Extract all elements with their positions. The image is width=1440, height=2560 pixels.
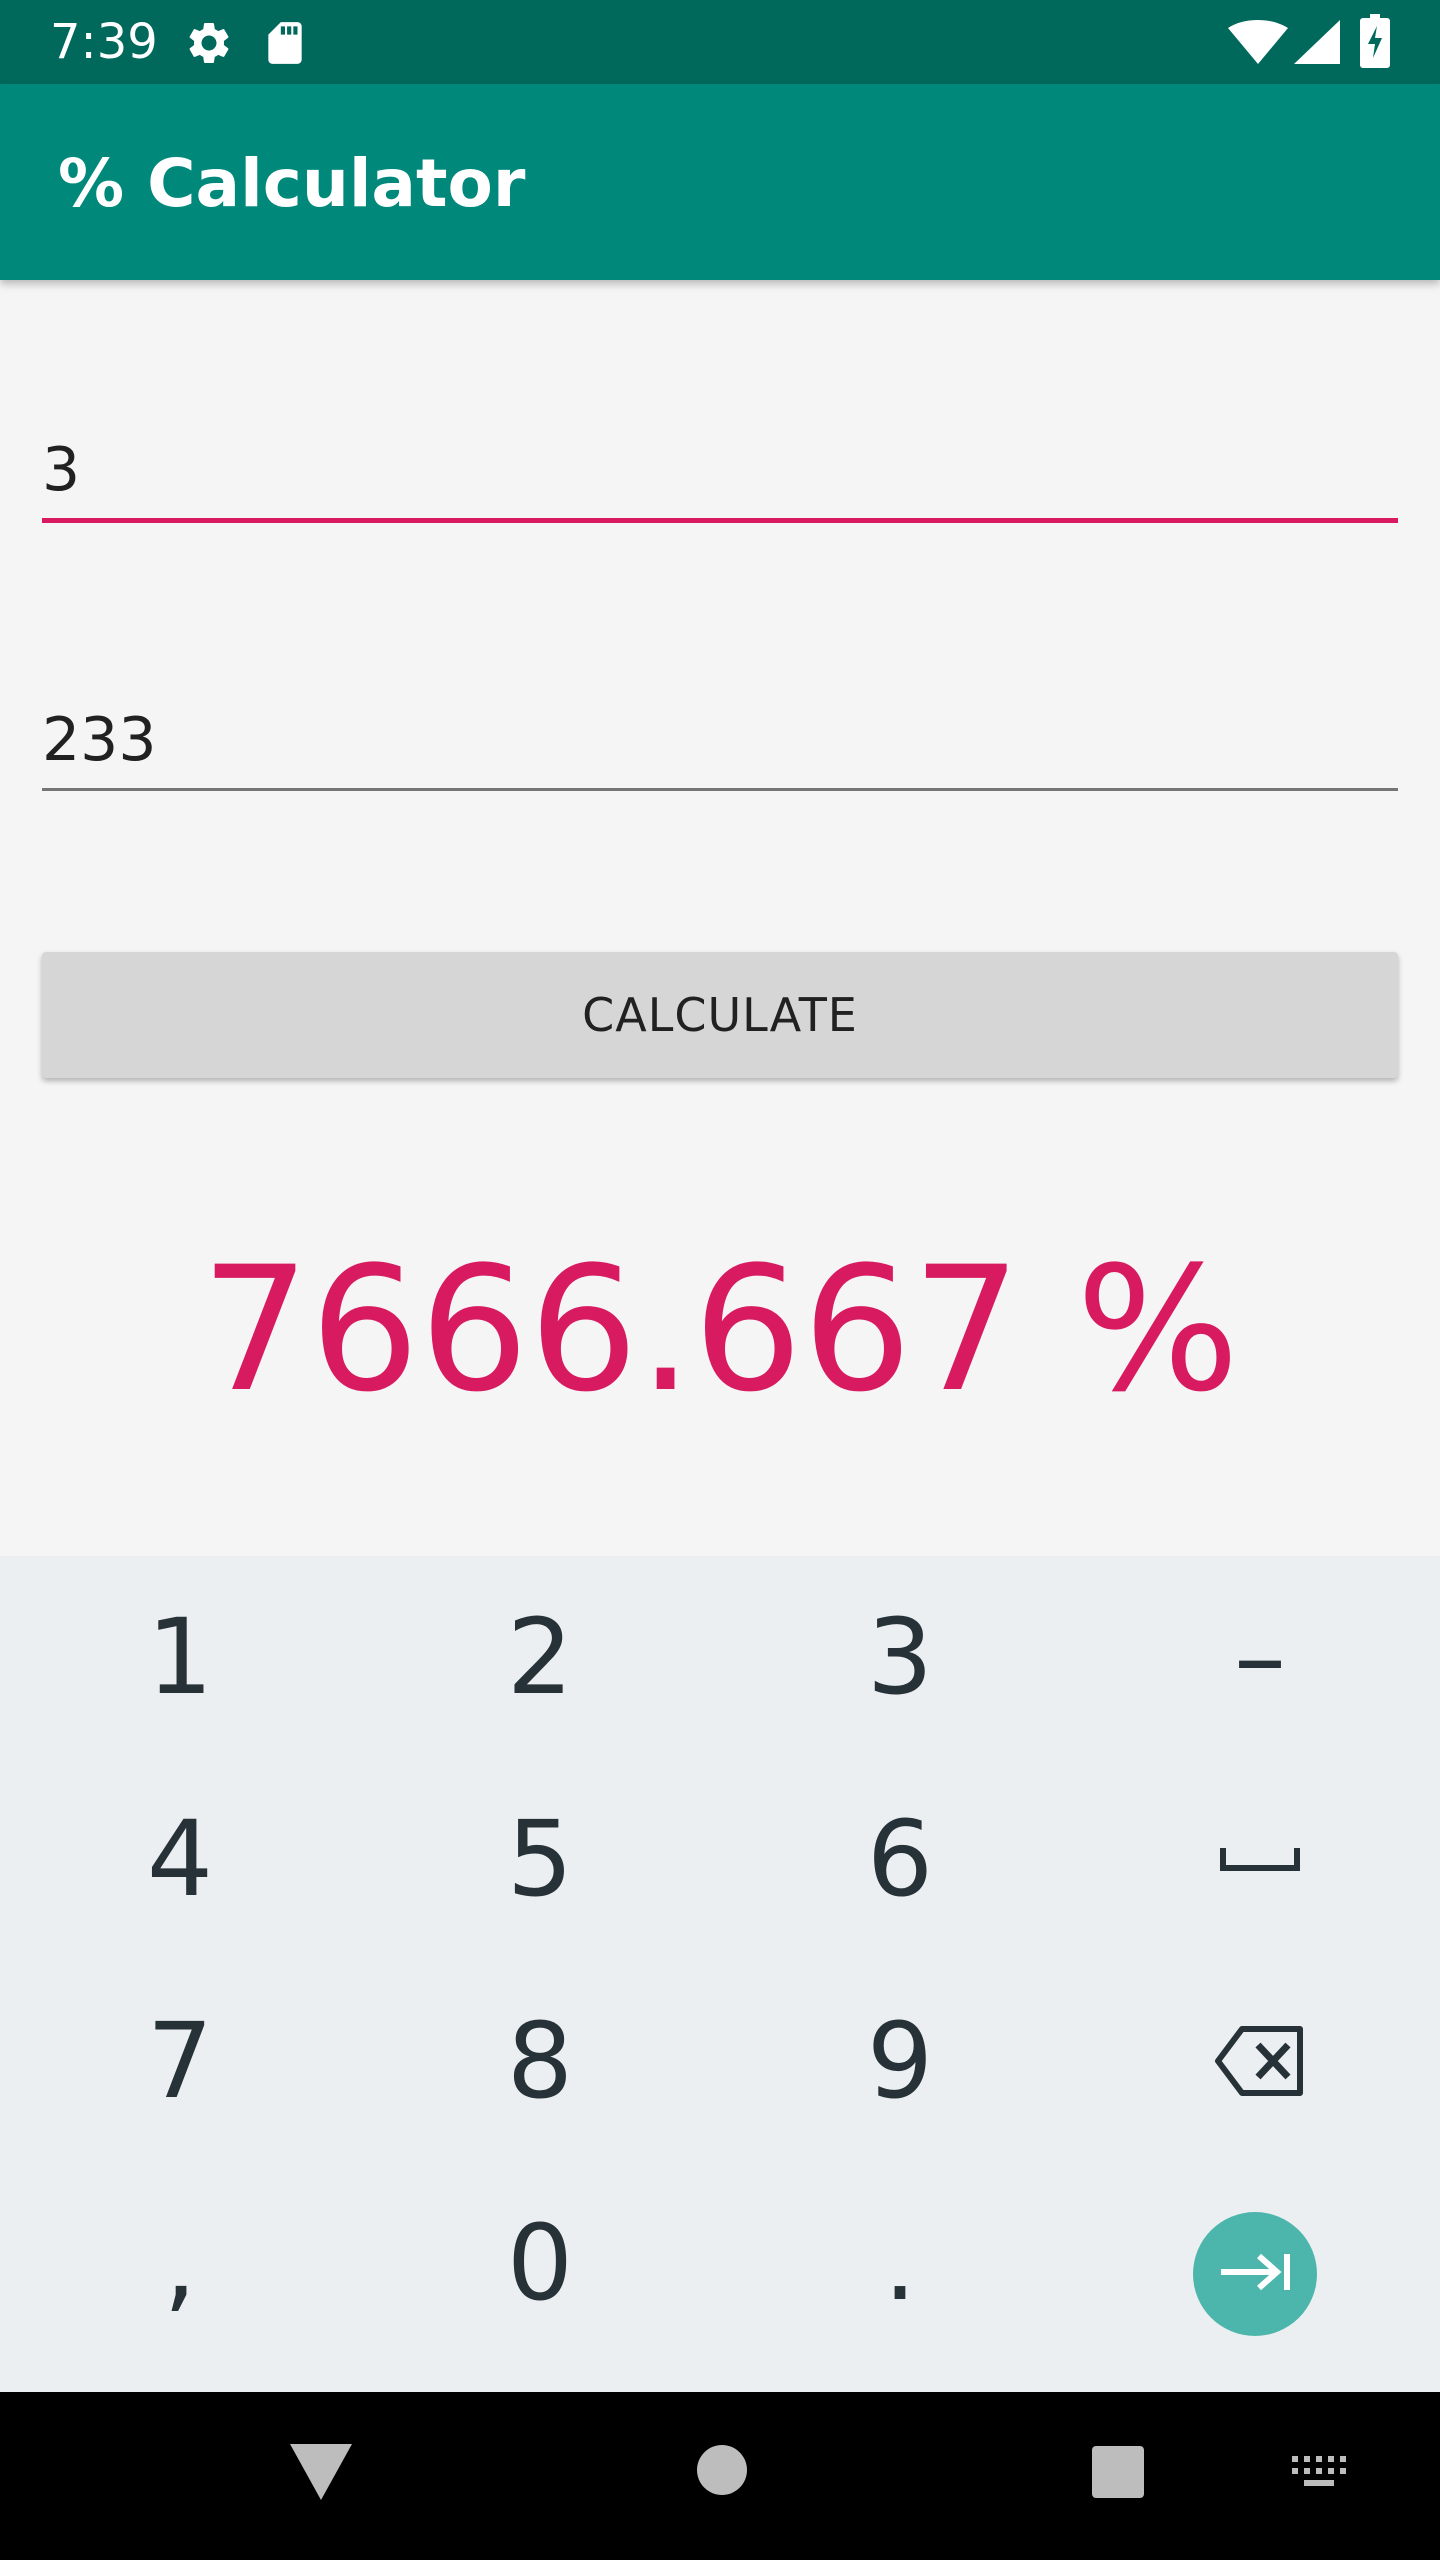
first-value-text: 3 [42, 435, 81, 505]
key-8[interactable]: 8 [360, 1960, 720, 2162]
key-6[interactable]: 6 [720, 1758, 1080, 1960]
key-5[interactable]: 5 [360, 1758, 720, 1960]
calculate-button[interactable]: CALCULATE [42, 952, 1398, 1078]
result-text: 7666.667 % [200, 1229, 1240, 1430]
second-value-text: 233 [42, 705, 157, 775]
settings-icon [184, 18, 234, 72]
key-7[interactable]: 7 [0, 1960, 360, 2162]
second-value-underline [42, 788, 1398, 791]
keyboard-switch-icon[interactable] [1292, 2456, 1346, 2492]
recents-icon[interactable] [1092, 2446, 1144, 2502]
app-bar: % Calculator [0, 84, 1440, 280]
key-backspace[interactable] [1080, 1960, 1440, 2162]
navigation-bar [0, 2392, 1440, 2560]
first-value-underline [42, 518, 1398, 523]
key-1[interactable]: 1 [0, 1556, 360, 1758]
backspace-icon [1214, 2025, 1306, 2097]
key-space[interactable] [1080, 1758, 1440, 1960]
battery-charging-icon [1360, 14, 1390, 72]
space-icon [1220, 1846, 1300, 1872]
status-bar: 7:39 [0, 0, 1440, 84]
sd-card-icon [262, 18, 308, 72]
calculate-button-label: CALCULATE [582, 988, 858, 1042]
home-icon[interactable] [696, 2444, 748, 2500]
back-icon[interactable] [290, 2444, 352, 2504]
first-value-field[interactable]: 3 [42, 430, 1398, 530]
key-minus[interactable]: – [1080, 1556, 1440, 1758]
next-key[interactable] [1193, 2212, 1317, 2336]
wifi-icon [1228, 20, 1288, 68]
key-2[interactable]: 2 [360, 1556, 720, 1758]
key-comma[interactable]: , [0, 2162, 360, 2364]
status-time: 7:39 [50, 14, 158, 70]
key-4[interactable]: 4 [0, 1758, 360, 1960]
cell-signal-icon [1294, 20, 1340, 68]
app-title: % Calculator [58, 145, 526, 222]
key-0[interactable]: 0 [360, 2162, 720, 2364]
tab-next-icon [1217, 2250, 1293, 2298]
key-3[interactable]: 3 [720, 1556, 1080, 1758]
second-value-field[interactable]: 233 [42, 700, 1398, 796]
key-9[interactable]: 9 [720, 1960, 1080, 2162]
key-period[interactable]: . [720, 2162, 1080, 2364]
